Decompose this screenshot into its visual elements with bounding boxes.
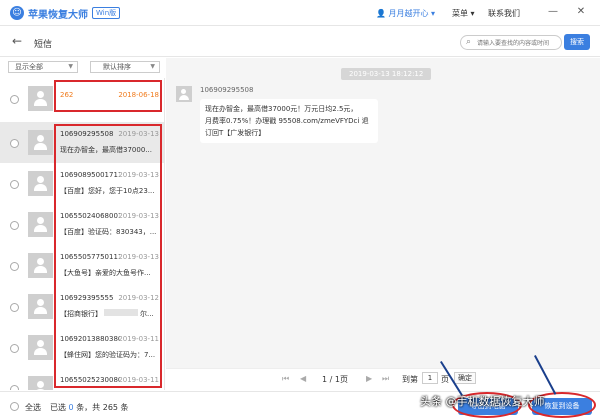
message-timestamp: 2019-03-13 18:12:12 — [341, 68, 432, 80]
row-radio[interactable] — [10, 95, 19, 104]
select-all-label[interactable]: 全选 — [25, 402, 41, 413]
back-arrow-icon[interactable]: ← — [12, 34, 22, 48]
message-line: 月费率0.75%！办理戳 95508.com/zmeVFYDci 退 — [205, 117, 369, 125]
conversation-date: 2018-06-18 — [118, 91, 159, 99]
conversation-number: 10692013880380 — [60, 335, 120, 343]
conversation-number: 262 — [60, 91, 74, 99]
menu-button[interactable]: 菜单 ▾ — [452, 8, 475, 19]
conversation-number: 10655024068001 — [60, 212, 120, 220]
conversation-date: 2019-03-13 — [118, 130, 159, 138]
avatar-icon — [28, 130, 53, 155]
message-sender: 106909295508 — [200, 86, 254, 94]
first-page-icon[interactable]: ⏮ — [282, 374, 289, 384]
avatar-icon — [28, 86, 53, 111]
list-item[interactable]: 10655057750111 2019-03-13 【大鱼号】亲爱的大鱼号作..… — [0, 245, 164, 286]
prev-page-icon[interactable]: ◀ — [300, 374, 306, 383]
message-panel: 2019-03-13 18:12:12 106909295508 现在办智金，最… — [166, 58, 600, 368]
confirm-button[interactable]: 确定 — [454, 372, 476, 384]
sort-dropdown[interactable]: 默认排序 ▼ — [90, 61, 160, 73]
list-item[interactable]: 10655024068001 2019-03-13 【百度】验证码：830343… — [0, 204, 164, 245]
conversation-number: 106909295508 — [60, 130, 114, 138]
show-filter-dropdown[interactable]: 显示全部 ▼ — [8, 61, 78, 73]
filter-bar: 显示全部 ▼ 默认排序 ▼ — [0, 58, 165, 76]
search-input[interactable] — [477, 38, 561, 48]
conversation-number: 10655057750111 — [60, 253, 120, 261]
row-radio[interactable] — [10, 139, 19, 148]
conversation-preview: 【招商银行】 尔... — [60, 309, 154, 318]
watermark: 头条 @手机数据恢复大师 — [420, 395, 545, 408]
list-item[interactable]: 106909295508 2019-03-13 现在办智金，最高借37000..… — [0, 122, 164, 163]
row-radio[interactable] — [10, 180, 19, 189]
select-all-radio[interactable] — [10, 402, 19, 411]
search-box[interactable]: ⌕ — [460, 35, 562, 50]
title-bar: ☺ 苹果恢复大师 Win版 👤 月月越开心 ▾ 菜单 ▾ 联系我们 — ✕ — [0, 0, 600, 26]
message-line: 现在办智金，最高借37000元！万元日均2.5元， — [205, 105, 358, 113]
conversation-date: 2019-03-13 — [118, 212, 159, 220]
page-number-input[interactable]: 1 — [422, 372, 438, 384]
app-logo-icon: ☺ — [10, 6, 24, 20]
avatar-icon — [28, 376, 53, 390]
page-info: 1 / 1页 — [322, 375, 348, 384]
conversation-preview: 【百度】您好，您于10点23... — [60, 187, 155, 195]
avatar-icon — [28, 212, 53, 237]
close-icon[interactable]: ✕ — [574, 5, 588, 19]
menu-label: 菜单 — [452, 9, 468, 18]
contact-link[interactable]: 联系我们 — [488, 8, 520, 19]
row-radio[interactable] — [10, 385, 19, 390]
app-name: 苹果恢复大师 — [28, 10, 88, 21]
user-name: 月月越开心 — [388, 9, 429, 18]
chevron-down-icon: ▼ — [150, 63, 155, 70]
conversation-number: 10690895001711 — [60, 171, 120, 179]
conversation-preview: 现在办智金，最高借37000... — [60, 146, 152, 154]
sender-avatar-icon — [176, 86, 192, 102]
conversation-date: 2019-03-11 — [118, 335, 159, 343]
edition-badge: Win版 — [92, 7, 121, 19]
page-title: 短信 — [34, 40, 53, 50]
row-radio[interactable] — [10, 262, 19, 271]
conversation-number: 10655025230080 — [60, 376, 120, 384]
conversation-date: 2019-03-13 — [118, 171, 159, 179]
row-radio[interactable] — [10, 221, 19, 230]
minimize-icon[interactable]: — — [546, 5, 560, 19]
message-line: 订回T【广发银行】 — [205, 129, 266, 137]
jump-label: 到第 — [402, 375, 418, 384]
search-button[interactable]: 搜索 — [564, 34, 590, 50]
list-item[interactable]: 262 2018-06-18 — [0, 78, 164, 119]
pagination: ⏮ ◀ 1 / 1页 ▶ ⏭ 到第 1 页 确定 — [166, 368, 600, 390]
list-item[interactable]: 106929395555 2019-03-12 【招商银行】 尔... — [0, 286, 164, 327]
avatar-icon — [28, 335, 53, 360]
row-radio[interactable] — [10, 344, 19, 353]
avatar-icon — [28, 294, 53, 319]
search-icon: ⌕ — [466, 37, 472, 47]
page-header: ← 短信 ⌕ 搜索 — [0, 27, 600, 57]
row-radio[interactable] — [10, 303, 19, 312]
avatar-icon — [28, 253, 53, 278]
list-item[interactable]: 10655025230080 2019-03-11 — [0, 368, 164, 390]
conversation-date: 2019-03-13 — [118, 253, 159, 261]
conversation-preview: 【大鱼号】亲爱的大鱼号作... — [60, 269, 151, 277]
list-item[interactable]: 10690895001711 2019-03-13 【百度】您好，您于10点23… — [0, 163, 164, 204]
chevron-down-icon: ▼ — [68, 63, 73, 70]
user-menu[interactable]: 👤 月月越开心 ▾ — [376, 8, 435, 19]
avatar-icon — [28, 171, 53, 196]
conversation-date: 2019-03-12 — [118, 294, 159, 302]
conversation-list: 262 2018-06-18 106909295508 2019-03-13 现… — [0, 78, 165, 390]
message-bubble: 现在办智金，最高借37000元！万元日均2.5元， 月费率0.75%！办理戳 9… — [200, 99, 378, 143]
conversation-preview: 【蜂住网】您的验证码为：7... — [60, 351, 156, 359]
last-page-icon[interactable]: ⏭ — [382, 374, 389, 384]
selection-count: 已选 0 条，共 265 条 — [50, 403, 129, 412]
conversation-date: 2019-03-11 — [118, 376, 159, 384]
next-page-icon[interactable]: ▶ — [366, 374, 372, 383]
show-filter-label: 显示全部 — [15, 63, 43, 71]
conversation-number: 106929395555 — [60, 294, 114, 302]
list-item[interactable]: 10692013880380 2019-03-11 【蜂住网】您的验证码为：7.… — [0, 327, 164, 368]
conversation-preview: 【百度】验证码：830343，... — [60, 228, 157, 236]
sort-label: 默认排序 — [103, 63, 131, 71]
